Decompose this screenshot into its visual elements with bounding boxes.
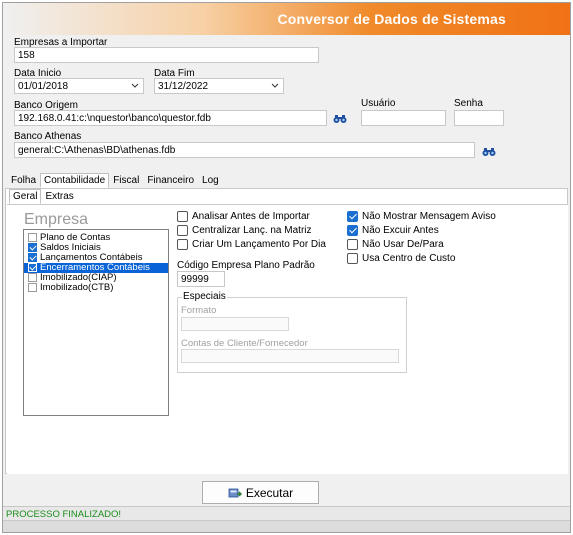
especiais-group: Especiais Formato Contas de Cliente/Forn…: [177, 291, 407, 373]
usuario-label: Usuário: [361, 98, 396, 109]
checkbox[interactable]: [28, 233, 37, 242]
senha-input[interactable]: [454, 110, 504, 126]
run-icon: [228, 488, 242, 497]
main-window: Conversor de Dados de Sistemas Empresas …: [2, 2, 571, 533]
data-fim-value: 31/12/2022: [158, 81, 209, 92]
executar-label: Executar: [245, 485, 294, 500]
nao-mostrar-checkbox[interactable]: Não Mostrar Mensagem Aviso: [347, 211, 496, 223]
checkbox[interactable]: [28, 283, 37, 292]
data-fim-select[interactable]: 31/12/2022: [154, 78, 284, 94]
tab-folha[interactable]: Folha: [7, 173, 40, 188]
tab-financeiro[interactable]: Financeiro: [143, 173, 198, 188]
empresa-title: Empresa: [24, 211, 89, 228]
checkbox[interactable]: [28, 243, 37, 252]
formato-label: Formato: [181, 305, 217, 316]
data-inicio-select[interactable]: 01/01/2018: [14, 78, 144, 94]
formato-input[interactable]: [181, 317, 289, 331]
contas-input[interactable]: [181, 349, 399, 363]
header-banner: Conversor de Dados de Sistemas: [3, 3, 570, 35]
binoculars-icon[interactable]: [333, 114, 347, 124]
contas-label: Contas de Cliente/Fornecedor: [181, 338, 308, 349]
nao-usar-depara-checkbox[interactable]: Não Usar De/Para: [347, 239, 444, 251]
codigo-input[interactable]: 99999: [177, 271, 225, 287]
tab-geral[interactable]: Geral: [9, 189, 42, 204]
centro-custo-checkbox[interactable]: Usa Centro de Custo: [347, 253, 455, 265]
centralizar-checkbox[interactable]: Centralizar Lanç. na Matriz: [177, 225, 312, 237]
chevron-down-icon: [131, 83, 139, 88]
binoculars-icon[interactable]: [482, 147, 496, 157]
sub-tabs: Geral Extras: [9, 189, 78, 204]
usuario-input[interactable]: [361, 110, 446, 126]
empresas-input[interactable]: 158: [14, 47, 319, 63]
tab-contabilidade[interactable]: Contabilidade: [40, 173, 110, 188]
banco-athenas-label: Banco Athenas: [14, 131, 82, 142]
progress-bar: [3, 520, 570, 532]
chevron-down-icon: [271, 83, 279, 88]
status-bar: PROCESSO FINALIZADO!: [3, 506, 570, 520]
checkbox[interactable]: [28, 273, 37, 282]
tab-extras[interactable]: Extras: [41, 189, 77, 204]
codigo-label: Código Empresa Plano Padrão: [177, 260, 315, 271]
especiais-title: Especiais: [182, 291, 227, 302]
data-inicio-value: 01/01/2018: [18, 81, 69, 92]
nao-excuir-checkbox[interactable]: Não Excuir Antes: [347, 225, 439, 237]
empresa-checklist[interactable]: Plano de Contas Saldos Iniciais Lançamen…: [23, 229, 169, 416]
banco-athenas-input[interactable]: general:C:\Athenas\BD\athenas.fdb: [14, 142, 475, 158]
app-title: Conversor de Dados de Sistemas: [277, 11, 506, 27]
tab-log[interactable]: Log: [198, 173, 223, 188]
criar-lancamento-checkbox[interactable]: Criar Um Lançamento Por Dia: [177, 239, 326, 251]
analisar-checkbox[interactable]: Analisar Antes de Importar: [177, 211, 310, 223]
senha-label: Senha: [454, 98, 483, 109]
banco-origem-input[interactable]: 192.168.0.41:c:\nquestor\banco\questor.f…: [14, 110, 327, 126]
status-text: PROCESSO FINALIZADO!: [6, 509, 122, 520]
checkbox[interactable]: [28, 253, 37, 262]
checkbox[interactable]: [28, 263, 37, 272]
executar-button[interactable]: Executar: [202, 481, 319, 504]
list-item[interactable]: Imobilizado(CTB): [24, 283, 168, 293]
tab-fiscal[interactable]: Fiscal: [109, 173, 143, 188]
main-tabs: Folha Contabilidade Fiscal Financeiro Lo…: [7, 173, 223, 188]
